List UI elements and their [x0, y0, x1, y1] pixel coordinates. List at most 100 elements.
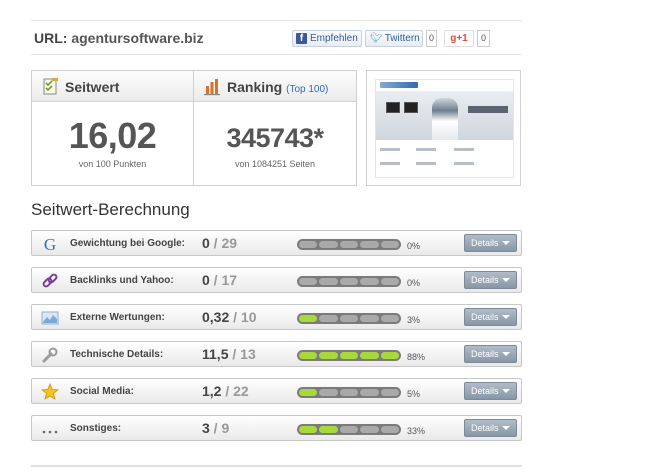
progress-segment: [380, 352, 400, 359]
row-score-max: / 9: [209, 420, 230, 436]
gplus-button[interactable]: g +1: [444, 30, 474, 47]
progress-segment: [299, 352, 318, 359]
row-score: 1,2 / 22: [202, 383, 249, 399]
row-score: 0,32 / 10: [202, 309, 257, 325]
score-row: Backlinks und Yahoo: 0 / 17 0% Details: [31, 267, 522, 293]
row-label: Sonstiges:: [70, 423, 122, 434]
row-score: 11,5 / 13: [202, 346, 256, 362]
details-button[interactable]: Details: [464, 308, 517, 326]
ranking-title-small: (Top 100): [286, 84, 329, 95]
progress-segment: [319, 426, 338, 433]
row-label: Externe Wertungen:: [70, 312, 165, 323]
svg-text:G: G: [44, 235, 56, 253]
thumbnail-text-line: [416, 148, 436, 151]
progress-segment: [299, 241, 318, 248]
score-row: Technische Details: 11,5 / 13 88% Details: [31, 341, 522, 367]
checklist-icon: [43, 78, 58, 95]
score-row: Sonstiges: 3 / 9 33% Details: [31, 415, 522, 441]
row-score-value: 3: [202, 420, 210, 436]
progress-segment: [319, 389, 338, 396]
progress-segment: [360, 315, 379, 322]
progress-bar: [297, 350, 401, 361]
caret-down-icon: [502, 352, 510, 356]
thumbnail-text-line: [416, 162, 436, 165]
details-label: Details: [471, 275, 499, 285]
thumbnail-person: [432, 98, 458, 140]
progress-segment: [360, 352, 379, 359]
row-label: Social Media:: [70, 386, 134, 397]
details-label: Details: [471, 238, 499, 248]
thumbnail-monitor: [404, 102, 418, 113]
ranking-title: Ranking (Top 100): [227, 79, 328, 95]
url-domain[interactable]: agentursoftware.biz: [71, 30, 203, 46]
row-score-max: / 10: [229, 309, 257, 325]
row-percent: 3%: [407, 315, 421, 325]
star-icon: [41, 383, 59, 401]
thumbnail-tagline: [468, 106, 508, 113]
twitter-button[interactable]: 🐦︎ Twittern: [365, 30, 423, 47]
score-boxes: Seitwert 16,02 von 100 Punkten Ranking (…: [31, 70, 357, 186]
bottom-divider: [31, 465, 522, 467]
google-icon: G: [41, 235, 59, 253]
ranking-header: Ranking (Top 100): [194, 71, 356, 102]
thumbnail-text-line: [380, 162, 400, 165]
twitter-label: Twittern: [384, 33, 420, 44]
ranking-subtitle: von 1084251 Seiten: [234, 159, 316, 169]
progress-bar: [297, 387, 401, 398]
section-title: Seitwert-Berechnung: [31, 200, 190, 219]
progress-segment: [360, 241, 379, 248]
progress-segment: [360, 278, 379, 285]
progress-segment: [299, 426, 318, 433]
progress-segment: [380, 389, 400, 396]
gplus-label: +1: [456, 33, 468, 44]
more-dots-icon: [41, 420, 59, 438]
ranking-value: 345743*: [226, 123, 324, 153]
wrench-icon: [41, 346, 59, 364]
progress-bar: [297, 276, 401, 287]
row-percent: 88%: [407, 352, 426, 362]
caret-down-icon: [502, 278, 510, 282]
details-button[interactable]: Details: [464, 419, 517, 437]
progress-segment: [360, 426, 379, 433]
progress-segment: [339, 315, 359, 322]
progress-segment: [360, 389, 379, 396]
details-label: Details: [471, 349, 499, 359]
progress-segment: [299, 315, 318, 322]
progress-segment: [339, 426, 359, 433]
row-score-max: / 29: [209, 235, 238, 251]
top-divider: [31, 20, 522, 21]
twitter-count: 0: [426, 30, 437, 47]
details-button[interactable]: Details: [464, 345, 517, 363]
progress-segment: [319, 278, 338, 285]
facebook-icon: f: [296, 33, 307, 44]
gplus-count: 0: [477, 30, 490, 47]
progress-segment: [319, 241, 338, 248]
link-icon: [41, 272, 59, 290]
row-percent: 0%: [407, 241, 421, 251]
progress-bar: [297, 424, 401, 435]
seitwert-value: 16,02: [68, 115, 157, 156]
bar-chart-icon: [204, 79, 220, 96]
site-thumbnail[interactable]: [366, 70, 521, 186]
seitwert-subtitle: von 100 Punkten: [78, 159, 147, 169]
thumbnail-image: [375, 79, 514, 178]
details-button[interactable]: Details: [464, 382, 517, 400]
progress-segment: [339, 241, 359, 248]
caret-down-icon: [502, 315, 510, 319]
details-button[interactable]: Details: [464, 271, 517, 289]
progress-segment: [319, 315, 338, 322]
details-label: Details: [471, 386, 499, 396]
row-percent: 5%: [407, 389, 421, 399]
progress-segment: [380, 315, 400, 322]
facebook-label: Empfehlen: [310, 33, 358, 44]
row-label: Backlinks und Yahoo:: [70, 275, 174, 286]
facebook-like-button[interactable]: f Empfehlen: [292, 30, 362, 47]
row-percent: 0%: [407, 278, 421, 288]
thumbnail-text-line: [454, 162, 474, 165]
score-row: Externe Wertungen: 0,32 / 10 3% Details: [31, 304, 522, 330]
url-label: URL:: [34, 30, 68, 46]
progress-segment: [380, 278, 400, 285]
details-button[interactable]: Details: [464, 234, 517, 252]
chart-area-icon: [41, 309, 59, 327]
progress-segment: [299, 278, 318, 285]
